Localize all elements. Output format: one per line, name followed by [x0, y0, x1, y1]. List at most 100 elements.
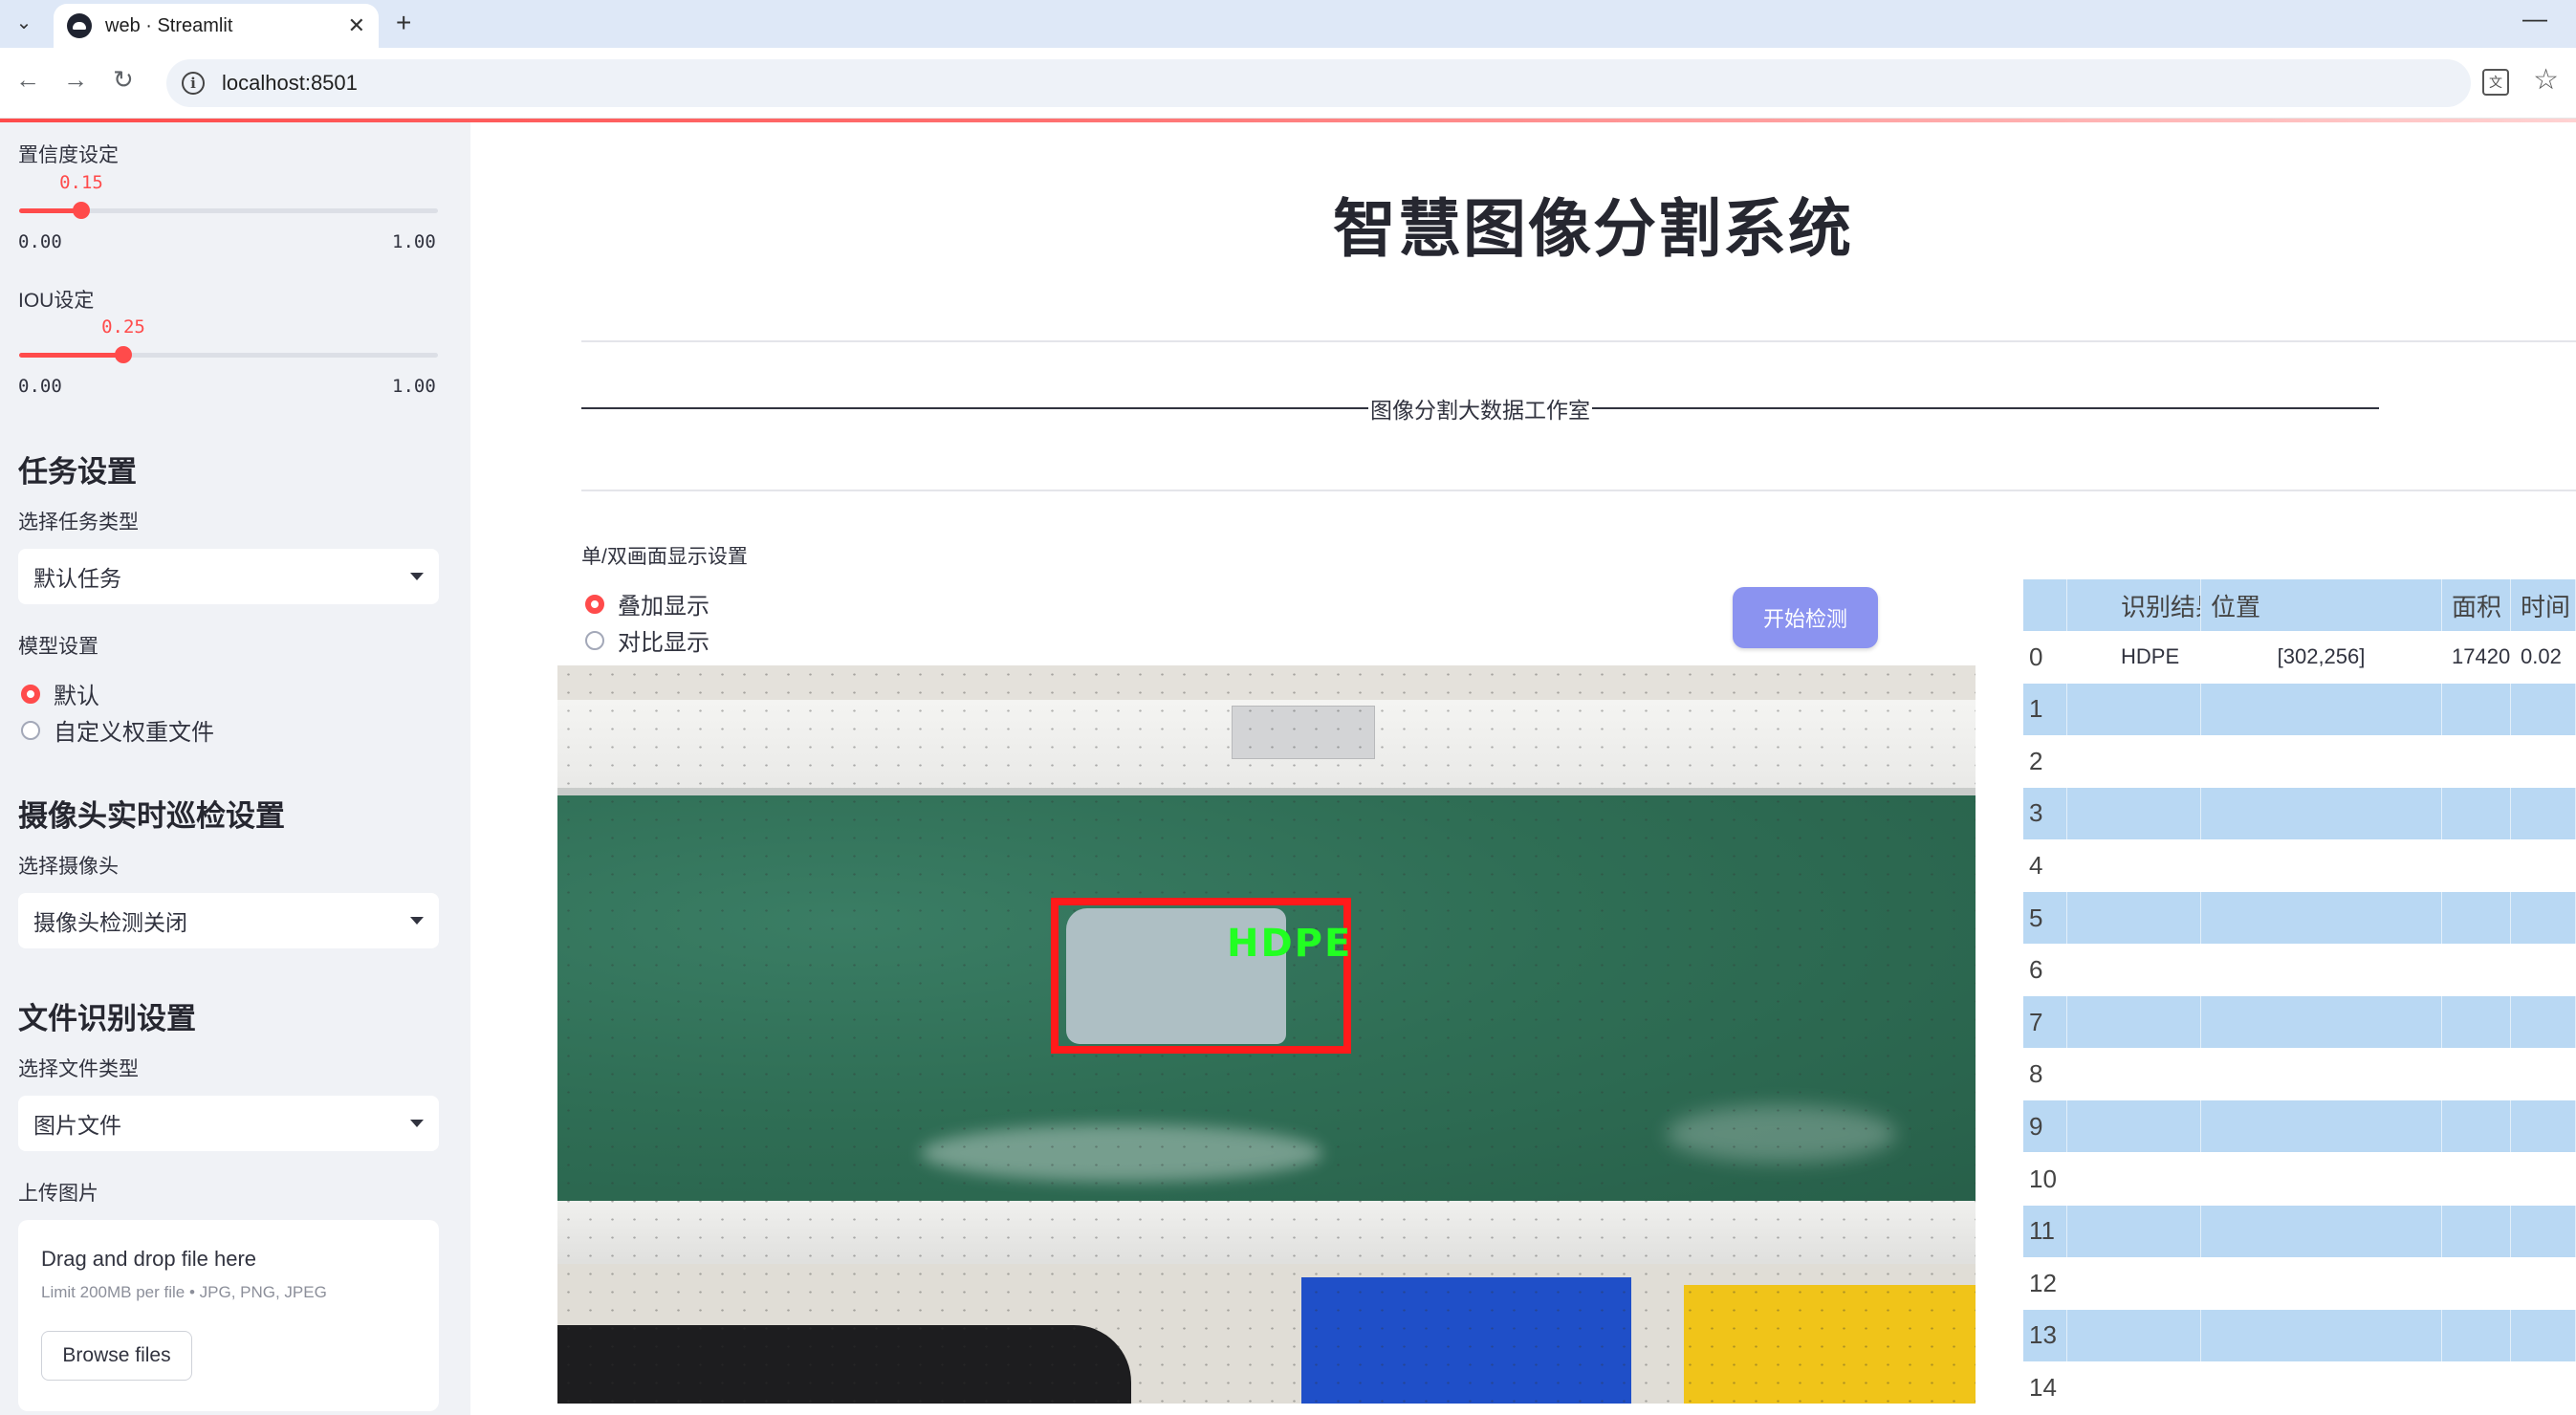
table-cell: [2511, 1100, 2576, 1153]
divider: [581, 340, 2576, 342]
table-row[interactable]: 6: [2023, 944, 2576, 996]
task-type-select[interactable]: 默认任务: [18, 549, 439, 604]
table-header-cell[interactable]: 位置: [2201, 579, 2442, 631]
camera-select-label: 选择摄像头: [18, 856, 119, 878]
chevron-down-icon: [410, 1120, 424, 1127]
detection-class-label: HDPE: [1227, 922, 1353, 966]
url-text[interactable]: localhost:8501: [222, 71, 358, 96]
table-row[interactable]: 8: [2023, 1048, 2576, 1100]
table-row-index: 8: [2023, 1048, 2067, 1100]
table-cell: [2511, 1048, 2576, 1100]
table-cell: [2201, 1048, 2442, 1100]
table-cell: [2201, 1257, 2442, 1310]
close-tab-icon[interactable]: ✕: [348, 13, 365, 38]
camera-select[interactable]: 摄像头检测关闭: [18, 893, 439, 948]
table-row[interactable]: 4: [2023, 839, 2576, 892]
translate-icon[interactable]: 文: [2482, 69, 2509, 96]
url-field[interactable]: i localhost:8501: [166, 59, 2471, 107]
browser-tabbar: ⌄ web · Streamlit ✕ + —: [0, 0, 2576, 48]
tab-search-icon[interactable]: ⌄: [10, 8, 38, 36]
table-header-cell[interactable]: 面积: [2442, 579, 2511, 631]
forward-arrow-icon[interactable]: →: [63, 65, 88, 95]
table-cell: [2442, 683, 2511, 735]
table-cell: [2511, 1153, 2576, 1205]
iou-slider[interactable]: [19, 346, 438, 363]
table-cell: [2201, 944, 2442, 996]
table-cell: [2067, 839, 2201, 892]
radio-unselected-icon[interactable]: [21, 720, 40, 740]
table-cell: [2442, 1309, 2511, 1361]
task-type-label: 选择任务类型: [18, 512, 139, 533]
table-row[interactable]: 11: [2023, 1205, 2576, 1257]
table-row[interactable]: 2: [2023, 735, 2576, 788]
reload-icon[interactable]: ↻: [113, 65, 134, 95]
radio-unselected-icon[interactable]: [585, 630, 604, 650]
iou-slider-thumb[interactable]: [115, 346, 132, 363]
display-mode-label: 单/双画面显示设置: [581, 546, 748, 568]
back-arrow-icon[interactable]: ←: [15, 65, 40, 95]
radio-selected-icon[interactable]: [585, 594, 604, 614]
app-window: ⌄ web · Streamlit ✕ + — ← → ↻ i localhos…: [0, 0, 2576, 1415]
table-cell: [2067, 787, 2201, 839]
camera-settings-header: 摄像头实时巡检设置: [18, 799, 285, 833]
dashed-rule-right: [1592, 407, 2379, 409]
site-info-icon[interactable]: i: [182, 72, 205, 95]
table-cell: [2201, 892, 2442, 944]
model-radio-default[interactable]: 默认: [21, 677, 99, 710]
browse-files-button[interactable]: Browse files: [41, 1331, 192, 1381]
table-cell: [2201, 1153, 2442, 1205]
table-cell: [2511, 1205, 2576, 1257]
divider: [581, 490, 2576, 491]
table-cell: [2201, 1100, 2442, 1153]
table-cell: [2511, 892, 2576, 944]
page-title: 智慧图像分割系统: [1333, 192, 1853, 266]
file-uploader-dropzone[interactable]: Drag and drop file here Limit 200MB per …: [18, 1220, 439, 1411]
table-cell: [2511, 1257, 2576, 1310]
table-cell: [2201, 1361, 2442, 1414]
table-header-index: [2023, 579, 2067, 631]
file-type-select[interactable]: 图片文件: [18, 1096, 439, 1151]
table-header-cell[interactable]: 时间: [2511, 579, 2576, 631]
table-row-index: 11: [2023, 1205, 2067, 1257]
table-row[interactable]: 10: [2023, 1153, 2576, 1205]
start-detection-button[interactable]: 开始检测: [1733, 587, 1878, 648]
table-row[interactable]: 14: [2023, 1361, 2576, 1414]
table-cell: [2067, 944, 2201, 996]
table-cell: [2511, 735, 2576, 788]
table-row[interactable]: 9: [2023, 1100, 2576, 1153]
confidence-slider[interactable]: [19, 202, 438, 219]
table-header-cell[interactable]: 识别结果: [2067, 579, 2201, 631]
model-radio-default-label: 默认: [54, 684, 99, 709]
table-row[interactable]: 5: [2023, 892, 2576, 944]
table-cell: [2201, 787, 2442, 839]
display-radio-overlay-label: 叠加显示: [618, 594, 709, 620]
confidence-slider-thumb[interactable]: [73, 202, 90, 219]
radio-selected-icon[interactable]: [21, 684, 40, 704]
table-row[interactable]: 7: [2023, 996, 2576, 1049]
table-cell: [2067, 892, 2201, 944]
subtitle-banner: 图像分割大数据工作室: [581, 392, 2379, 424]
display-radio-compare-label: 对比显示: [618, 630, 709, 656]
table-row[interactable]: 3: [2023, 787, 2576, 839]
iou-max: 1.00: [392, 376, 436, 397]
minimize-window-icon[interactable]: —: [2522, 4, 2547, 33]
table-row[interactable]: 0 HDPE [302,256] 17420 0.02: [2023, 631, 2576, 683]
bookmark-star-icon[interactable]: ☆: [2533, 63, 2559, 97]
confidence-min: 0.00: [18, 231, 62, 252]
table-row[interactable]: 1: [2023, 683, 2576, 735]
table-cell: [2067, 1048, 2201, 1100]
table-cell: [2442, 1205, 2511, 1257]
model-radio-custom-label: 自定义权重文件: [54, 720, 214, 746]
table-row-index: 10: [2023, 1153, 2067, 1205]
display-radio-overlay[interactable]: 叠加显示: [585, 587, 709, 620]
display-radio-compare[interactable]: 对比显示: [585, 623, 709, 657]
iou-slider-fill: [19, 353, 123, 358]
model-radio-custom[interactable]: 自定义权重文件: [21, 713, 214, 747]
new-tab-icon[interactable]: +: [396, 8, 411, 38]
table-row[interactable]: 13: [2023, 1309, 2576, 1361]
browser-tab[interactable]: web · Streamlit ✕: [54, 4, 379, 48]
iou-min: 0.00: [18, 376, 62, 397]
table-row[interactable]: 12: [2023, 1257, 2576, 1310]
table-cell: [2511, 683, 2576, 735]
file-type-label: 选择文件类型: [18, 1058, 139, 1080]
